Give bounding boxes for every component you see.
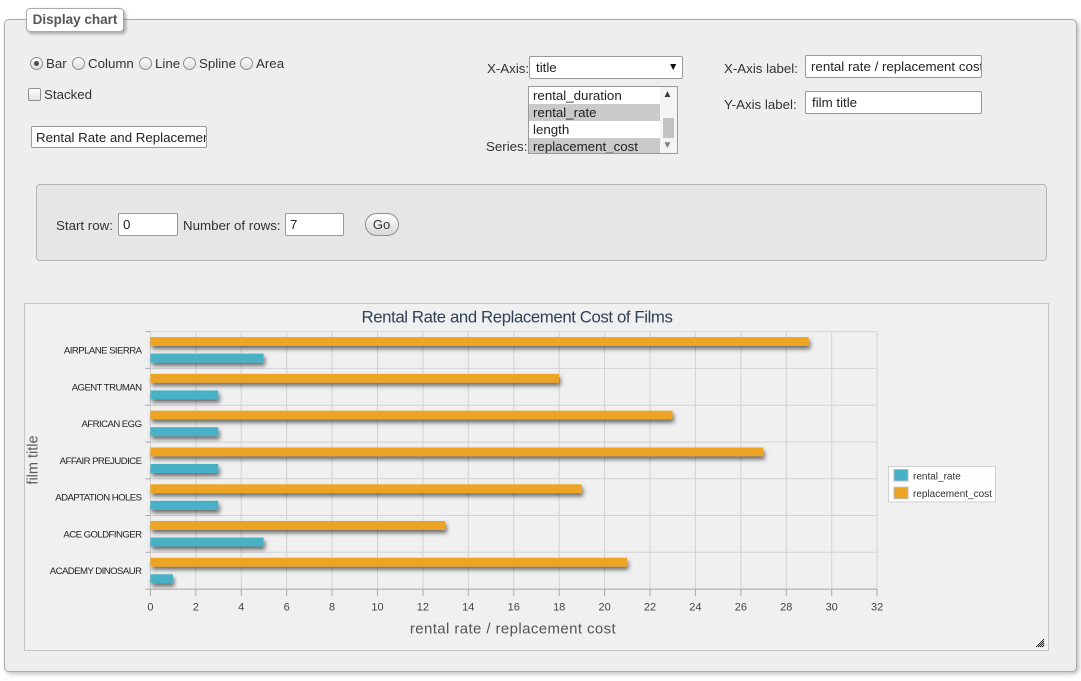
svg-text:24: 24 xyxy=(689,602,701,614)
svg-text:0: 0 xyxy=(147,602,153,614)
svg-text:ACE GOLDFINGER: ACE GOLDFINGER xyxy=(63,529,142,540)
svg-text:AFRICAN EGG: AFRICAN EGG xyxy=(81,419,141,430)
svg-text:film title: film title xyxy=(26,435,42,484)
svg-text:10: 10 xyxy=(371,602,383,614)
svg-text:6: 6 xyxy=(284,602,290,614)
svg-text:22: 22 xyxy=(644,602,656,614)
svg-text:AFFAIR PREJUDICE: AFFAIR PREJUDICE xyxy=(60,456,142,467)
svg-text:rental_rate: rental_rate xyxy=(913,472,961,483)
svg-text:20: 20 xyxy=(598,602,610,614)
svg-text:12: 12 xyxy=(417,602,429,614)
svg-text:8: 8 xyxy=(329,602,335,614)
svg-text:AGENT TRUMAN: AGENT TRUMAN xyxy=(72,382,142,393)
svg-text:ACADEMY DINOSAUR: ACADEMY DINOSAUR xyxy=(50,566,142,577)
svg-text:ADAPTATION HOLES: ADAPTATION HOLES xyxy=(55,493,141,504)
svg-text:32: 32 xyxy=(871,602,883,614)
svg-text:rental rate / replacement cost: rental rate / replacement cost xyxy=(410,621,617,638)
svg-text:AIRPLANE SIERRA: AIRPLANE SIERRA xyxy=(64,346,143,357)
svg-text:Rental Rate and Replacement Co: Rental Rate and Replacement Cost of Film… xyxy=(362,308,673,327)
svg-text:26: 26 xyxy=(735,602,747,614)
svg-text:30: 30 xyxy=(826,602,838,614)
svg-text:18: 18 xyxy=(553,602,565,614)
svg-text:16: 16 xyxy=(508,602,520,614)
svg-text:14: 14 xyxy=(462,602,474,614)
svg-text:28: 28 xyxy=(780,602,792,614)
svg-text:replacement_cost: replacement_cost xyxy=(913,489,992,500)
svg-text:2: 2 xyxy=(193,602,199,614)
svg-text:4: 4 xyxy=(238,602,244,614)
